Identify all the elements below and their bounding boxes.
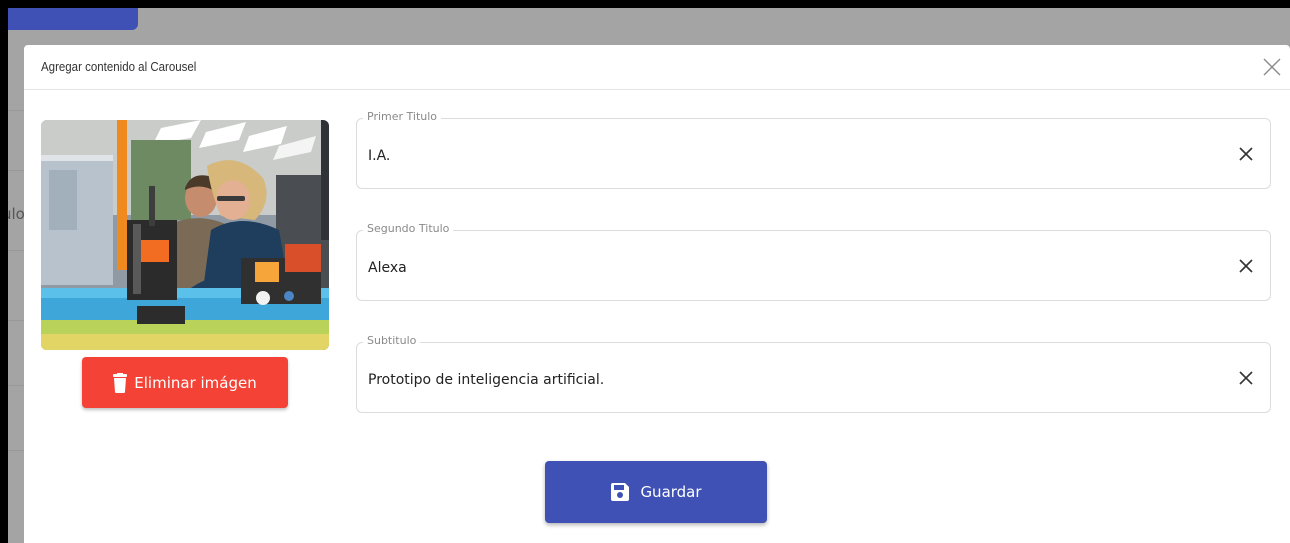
close-icon xyxy=(1239,259,1253,273)
robotics-photo xyxy=(41,120,329,350)
save-label: Guardar xyxy=(640,483,702,501)
clear-segundo-titulo-button[interactable] xyxy=(1236,256,1256,276)
segundo-titulo-input[interactable] xyxy=(368,255,1208,281)
subtitulo-label: Subtitulo xyxy=(363,334,421,347)
close-icon xyxy=(1239,147,1253,161)
clear-primer-titulo-button[interactable] xyxy=(1236,144,1256,164)
screen-frame-top xyxy=(0,0,1290,8)
carousel-modal: Agregar contenido al Carousel Eliminar i… xyxy=(24,45,1290,543)
background-divider xyxy=(8,170,24,171)
primer-titulo-field: Primer Titulo xyxy=(356,110,1271,189)
subtitulo-field: Subtitulo xyxy=(356,334,1271,413)
trash-icon xyxy=(113,372,128,393)
background-divider xyxy=(8,385,24,386)
delete-image-label: Eliminar imágen xyxy=(134,373,257,392)
carousel-image-preview xyxy=(41,120,329,350)
modal-header: Agregar contenido al Carousel xyxy=(24,45,1290,90)
save-button[interactable]: Guardar xyxy=(545,461,767,523)
close-icon xyxy=(1263,58,1281,76)
background-divider xyxy=(8,450,24,451)
segundo-titulo-field: Segundo Titulo xyxy=(356,222,1271,301)
background-divider xyxy=(8,110,24,111)
modal-title: Agregar contenido al Carousel xyxy=(41,60,197,74)
segundo-titulo-label: Segundo Titulo xyxy=(363,222,454,235)
background-divider xyxy=(8,250,24,251)
background-divider xyxy=(8,320,24,321)
delete-image-button[interactable]: Eliminar imágen xyxy=(82,357,288,408)
floppy-disk-icon xyxy=(611,483,630,501)
clear-subtitulo-button[interactable] xyxy=(1236,368,1256,388)
screen-frame-left xyxy=(0,0,8,543)
close-modal-button[interactable] xyxy=(1258,53,1286,81)
subtitulo-input[interactable] xyxy=(368,367,1208,393)
primer-titulo-label: Primer Titulo xyxy=(363,110,442,123)
primer-titulo-input[interactable] xyxy=(368,143,1208,169)
close-icon xyxy=(1239,371,1253,385)
